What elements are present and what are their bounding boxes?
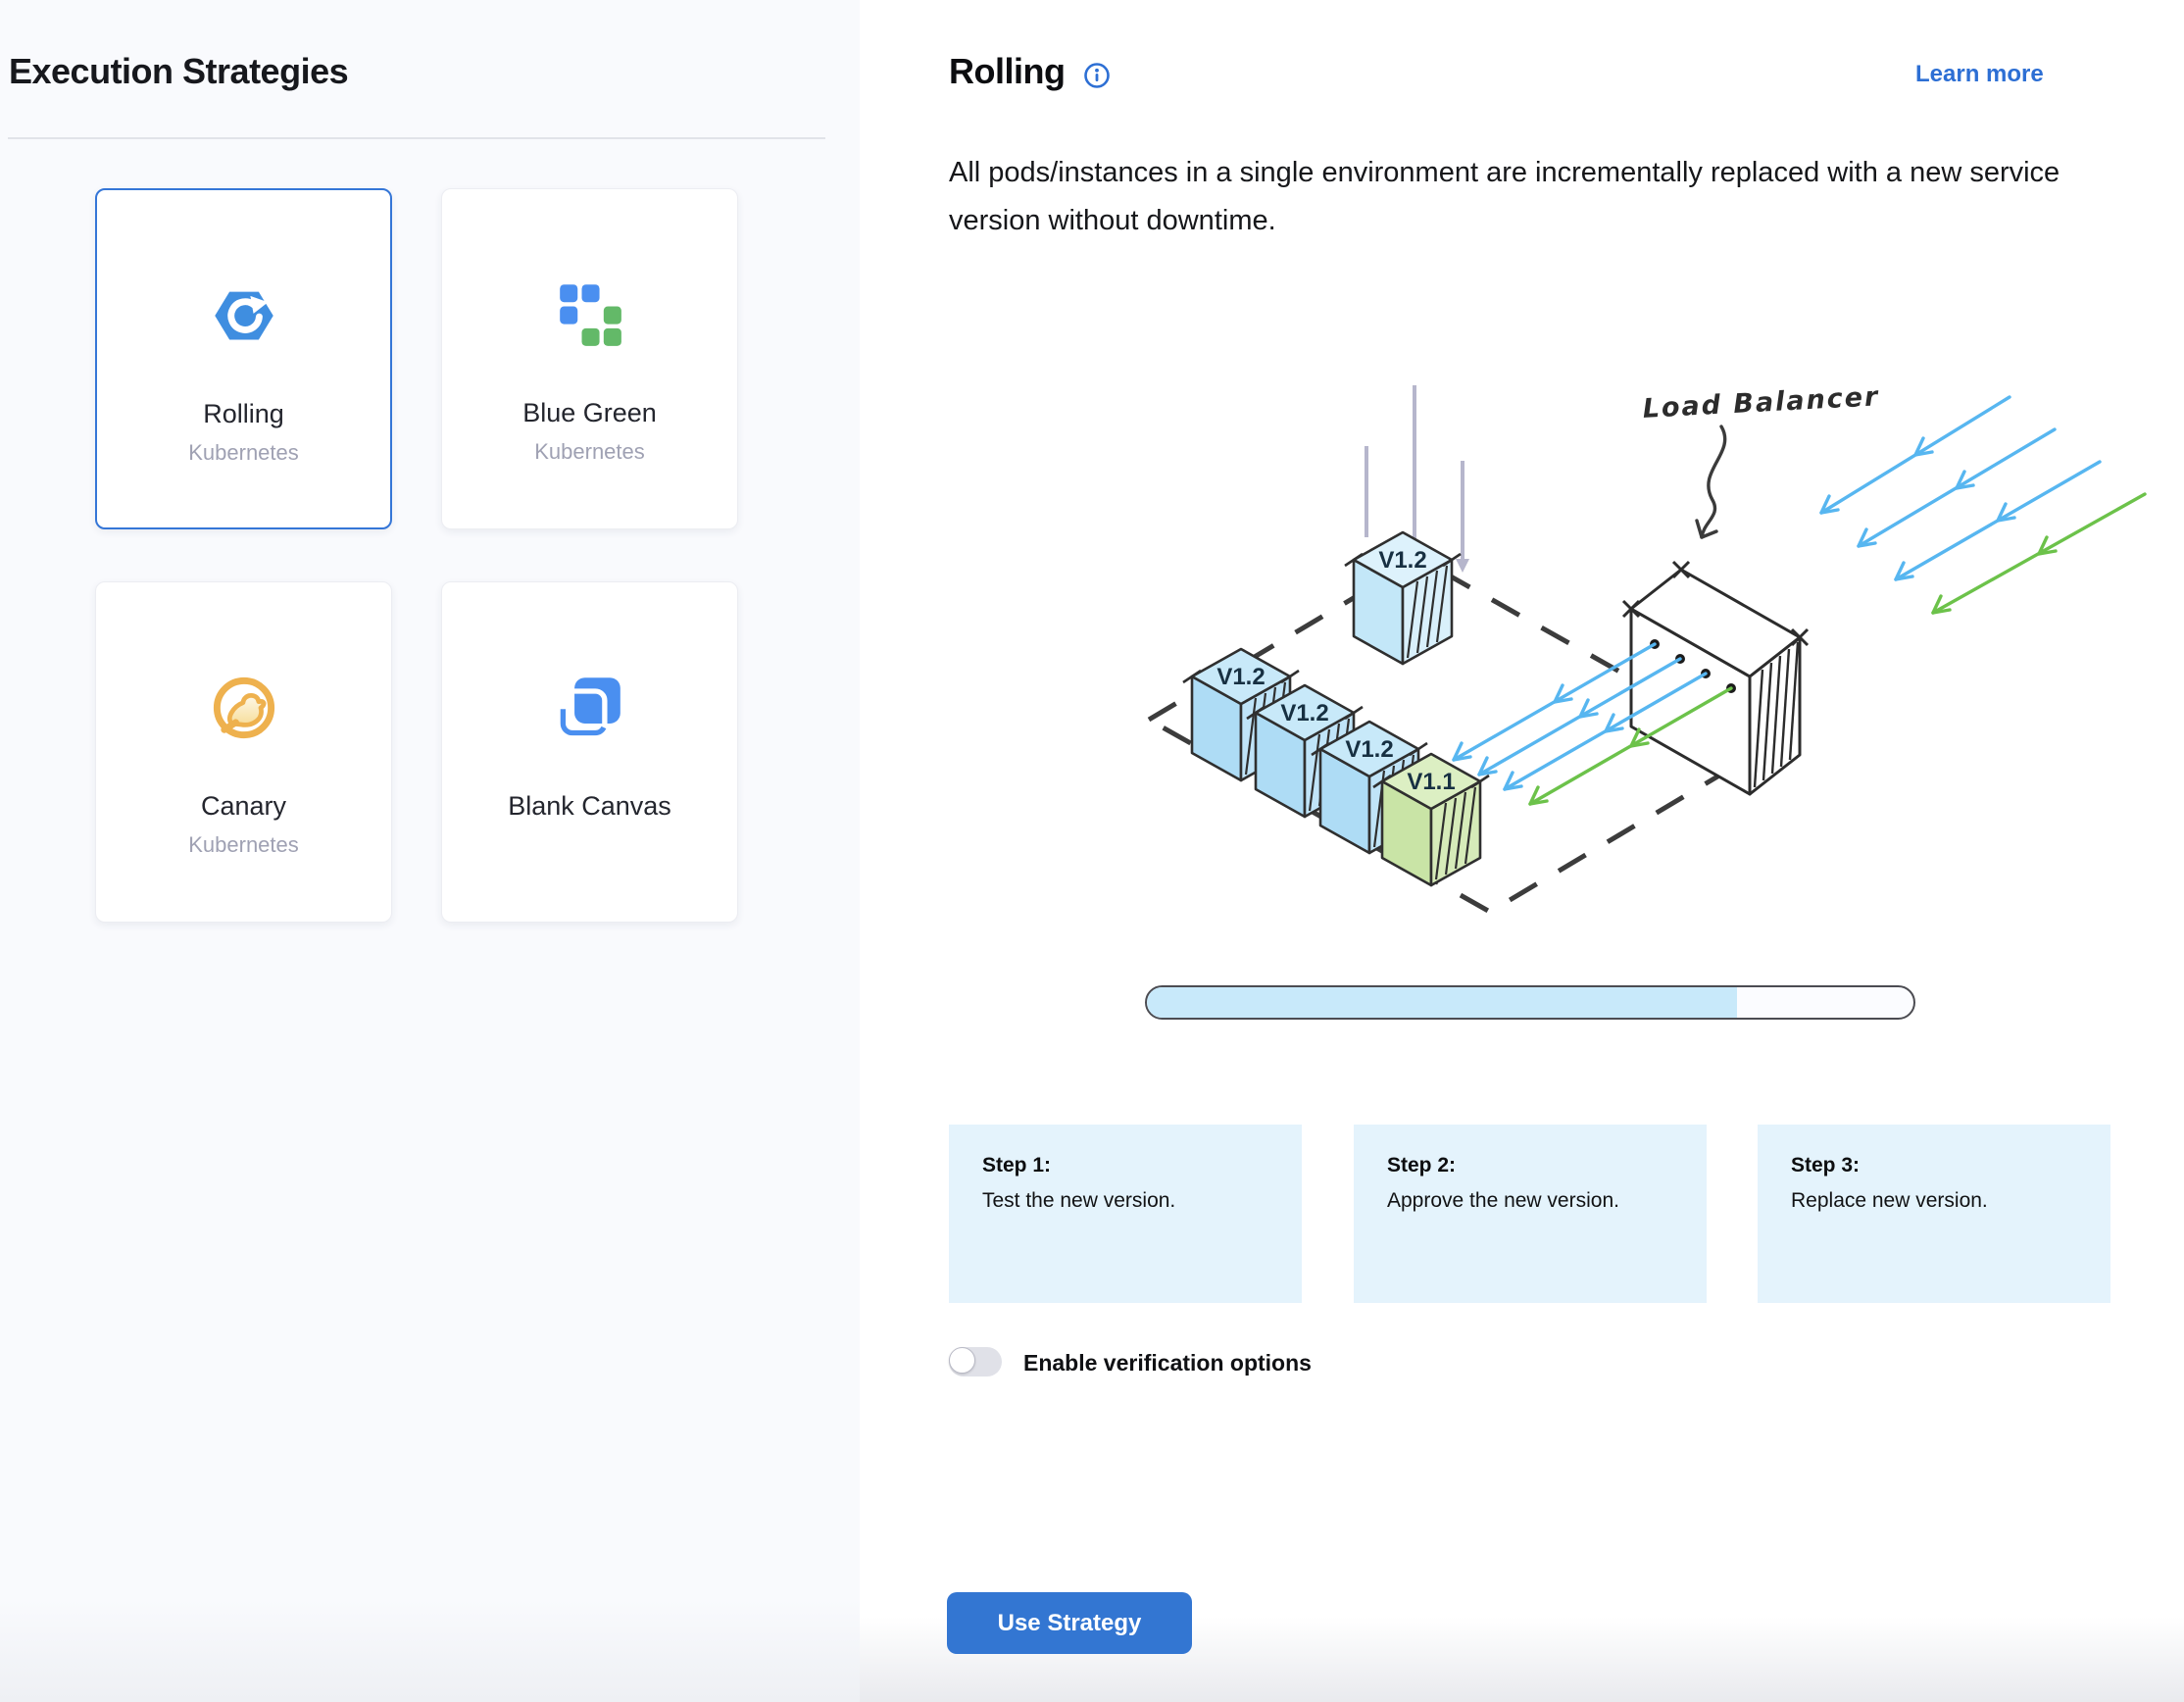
rolling-strategy-illustration: V1.2 V1.2: [931, 314, 2184, 980]
svg-text:V1.1: V1.1: [1407, 769, 1455, 795]
strategy-card-sublabel: Kubernetes: [96, 832, 391, 858]
load-balancer-label: Load Balancer: [1642, 381, 1880, 425]
step-title: Step 2:: [1387, 1154, 1677, 1177]
strategy-card-sublabel: Kubernetes: [97, 440, 390, 466]
traffic-in-arrows: [1821, 397, 2145, 613]
sidebar-title: Execution Strategies: [9, 51, 348, 92]
strategy-card-canary[interactable]: Canary Kubernetes: [95, 581, 392, 923]
blank-canvas-icon: [557, 675, 623, 741]
strategy-card-label: Canary: [96, 791, 391, 822]
canary-icon: [211, 675, 277, 741]
strategies-sidebar: Execution Strategies Rolling Kubernetes: [0, 0, 860, 1702]
learn-more-link[interactable]: Learn more: [1915, 61, 2044, 88]
sidebar-divider: [8, 137, 825, 139]
strategy-card-label: Rolling: [97, 399, 390, 429]
step-card-1: Step 1: Test the new version.: [949, 1125, 1302, 1303]
toggle-knob[interactable]: [949, 1347, 975, 1374]
strategy-card-rolling[interactable]: Rolling Kubernetes: [95, 188, 392, 529]
verification-toggle[interactable]: [949, 1347, 1002, 1377]
rollout-progress-bar: [1145, 985, 1915, 1020]
rollout-progress-fill: [1147, 987, 1737, 1018]
strategy-card-label: Blank Canvas: [442, 791, 737, 822]
svg-text:V1.2: V1.2: [1280, 700, 1328, 726]
step-description: Approve the new version.: [1387, 1189, 1677, 1213]
strategy-card-blue-green[interactable]: Blue Green Kubernetes: [441, 188, 738, 529]
step-title: Step 3:: [1791, 1154, 2081, 1177]
svg-text:V1.2: V1.2: [1345, 736, 1393, 763]
rolling-icon: [211, 282, 277, 349]
strategy-card-blank-canvas[interactable]: Blank Canvas: [441, 581, 738, 923]
strategy-detail-panel: Rolling Learn more All pods/instances in…: [860, 0, 2184, 1702]
strategy-card-label: Blue Green: [442, 398, 737, 428]
verification-toggle-label: Enable verification options: [1023, 1350, 1312, 1377]
strategy-description: All pods/instances in a single environme…: [949, 149, 2076, 245]
strategy-card-sublabel: Kubernetes: [442, 439, 737, 465]
use-strategy-button[interactable]: Use Strategy: [947, 1592, 1192, 1654]
step-card-2: Step 2: Approve the new version.: [1354, 1125, 1707, 1303]
strategy-title: Rolling: [949, 51, 1065, 92]
step-description: Replace new version.: [1791, 1189, 2081, 1213]
info-icon[interactable]: [1083, 62, 1111, 89]
svg-text:V1.2: V1.2: [1216, 664, 1265, 690]
step-card-3: Step 3: Replace new version.: [1758, 1125, 2110, 1303]
load-balancer-pointer: [1697, 426, 1725, 537]
blue-green-icon: [557, 281, 623, 348]
load-balancer-box: [1623, 562, 1808, 794]
step-title: Step 1:: [982, 1154, 1272, 1177]
svg-text:V1.2: V1.2: [1378, 547, 1426, 574]
step-description: Test the new version.: [982, 1189, 1272, 1213]
